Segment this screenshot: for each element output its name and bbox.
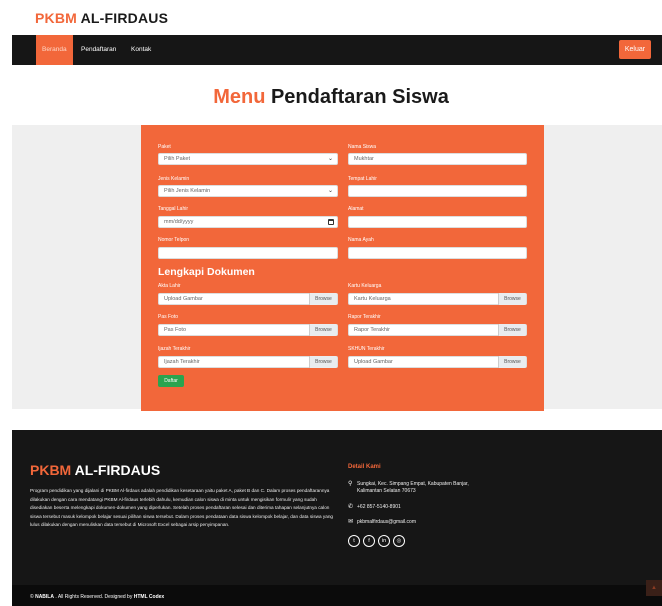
paket-select-value: Pilih Paket bbox=[164, 156, 190, 162]
copyright-text: © NABILA . All Rights Reserved. Designed… bbox=[30, 594, 164, 600]
nama-siswa-value: Mukhtar bbox=[354, 156, 374, 162]
jenis-kelamin-select-value: Pilih Jenis Kelamin bbox=[164, 188, 211, 194]
browse-button[interactable]: Browse bbox=[498, 293, 526, 305]
navbar: Beranda Pendaftaran Kontak Keluar bbox=[12, 35, 662, 65]
nama-siswa-input[interactable]: Mukhtar bbox=[348, 153, 527, 165]
nama-siswa-label: Nama Siswa bbox=[348, 144, 377, 150]
tempat-lahir-input[interactable] bbox=[348, 185, 527, 197]
contact-title: Detail Kami bbox=[348, 464, 381, 470]
browse-button[interactable]: Browse bbox=[309, 356, 337, 368]
browse-button[interactable]: Browse bbox=[498, 356, 526, 368]
pas-foto-label: Pas Foto bbox=[158, 314, 179, 320]
rapor-terakhir-placeholder: Rapor Terakhir bbox=[354, 327, 390, 333]
nav-item-kontak[interactable]: Kontak bbox=[125, 35, 157, 65]
address-line-1: Sungkai, Kec. Simpang Empat, Kabupaten B… bbox=[357, 481, 469, 487]
page-title-rest: Pendaftaran Siswa bbox=[270, 86, 449, 108]
nomor-telpon-input[interactable] bbox=[158, 247, 338, 259]
tempat-lahir-label: Tempat Lahir bbox=[348, 176, 377, 182]
nama-ayah-label: Nama Ayah bbox=[348, 237, 374, 243]
email-text: pkbmalfirdaus@gmail.com bbox=[357, 519, 416, 525]
tanggal-lahir-value: mm/dd/yyyy bbox=[164, 219, 194, 225]
nama-ayah-input[interactable] bbox=[348, 247, 527, 259]
paket-select[interactable]: Pilih Paket ⌄ bbox=[158, 153, 338, 165]
phone-text: +62 857-5140-8901 bbox=[357, 504, 401, 510]
ijazah-terakhir-file-input[interactable]: Ijazah Terakhir Browse bbox=[158, 356, 338, 368]
logout-button[interactable]: Keluar bbox=[619, 40, 651, 59]
envelope-icon: ✉ bbox=[348, 519, 354, 525]
twitter-icon[interactable]: t bbox=[348, 535, 360, 547]
contact-phone: ✆ +62 857-5140-8901 bbox=[348, 504, 508, 511]
instagram-icon[interactable]: ◎ bbox=[393, 535, 405, 547]
copyright-symbol: © bbox=[30, 594, 34, 600]
pas-foto-file-input[interactable]: Pas Foto Browse bbox=[158, 324, 338, 336]
footer-brand-accent: PKBM bbox=[30, 462, 72, 478]
brand-name: AL-FIRDAUS bbox=[80, 10, 169, 26]
footer-brand: PKBM AL-FIRDAUS bbox=[30, 462, 160, 478]
map-pin-icon: ⚲ bbox=[348, 481, 353, 487]
ijazah-terakhir-label: Ijazah Terakhir bbox=[158, 346, 191, 352]
daftar-button[interactable]: Daftar bbox=[158, 375, 184, 387]
alamat-input[interactable] bbox=[348, 216, 527, 228]
documents-section-title: Lengkapi Dokumen bbox=[158, 266, 255, 278]
kartu-keluarga-label: Kartu Keluarga bbox=[348, 283, 382, 289]
rapor-terakhir-label: Rapor Terakhir bbox=[348, 314, 381, 320]
footer-brand-name: AL-FIRDAUS bbox=[74, 462, 161, 478]
jenis-kelamin-label: Jenis Kelamin bbox=[158, 176, 190, 182]
jenis-kelamin-select[interactable]: Pilih Jenis Kelamin ⌄ bbox=[158, 185, 338, 197]
address-line-2: Kalimantan Selatan 70673 bbox=[357, 488, 416, 494]
nomor-telpon-label: Nomor Telpon bbox=[158, 237, 190, 243]
page-title-accent: Menu bbox=[213, 86, 266, 108]
skhun-terakhir-placeholder: Upload Gambar bbox=[354, 359, 393, 365]
skhun-terakhir-file-input[interactable]: Upload Gambar Browse bbox=[348, 356, 527, 368]
kartu-keluarga-placeholder: Kartu Keluarga bbox=[354, 296, 391, 302]
copyright-designer[interactable]: HTML Codex bbox=[134, 594, 164, 600]
nav-item-pendaftaran[interactable]: Pendaftaran bbox=[75, 35, 122, 65]
chevron-down-icon: ⌄ bbox=[327, 188, 333, 194]
page-title: Menu Pendaftaran Siswa bbox=[0, 86, 662, 109]
copyright-owner[interactable]: NABILA bbox=[35, 594, 54, 600]
paket-label: Paket bbox=[158, 144, 171, 150]
back-to-top-button[interactable]: ▲ bbox=[646, 580, 662, 596]
phone-icon: ✆ bbox=[348, 504, 354, 510]
rapor-terakhir-file-input[interactable]: Rapor Terakhir Browse bbox=[348, 324, 527, 336]
facebook-icon[interactable]: f bbox=[363, 535, 375, 547]
tanggal-lahir-label: Tanggal Lahir bbox=[158, 206, 189, 212]
linkedin-icon[interactable]: in bbox=[378, 535, 390, 547]
skhun-terakhir-label: SKHUN Terakhir bbox=[348, 346, 385, 352]
akta-lahir-label: Akta Lahir bbox=[158, 283, 181, 289]
calendar-icon[interactable] bbox=[328, 219, 334, 225]
browse-button[interactable]: Browse bbox=[498, 324, 526, 336]
kartu-keluarga-file-input[interactable]: Kartu Keluarga Browse bbox=[348, 293, 527, 305]
akta-lahir-file-input[interactable]: Upload Gambar Browse bbox=[158, 293, 338, 305]
alamat-label: Alamat bbox=[348, 206, 364, 212]
browse-button[interactable]: Browse bbox=[309, 293, 337, 305]
contact-address: ⚲ Sungkai, Kec. Simpang Empat, Kabupaten… bbox=[348, 481, 508, 495]
site-brand[interactable]: PKBM AL-FIRDAUS bbox=[35, 10, 168, 26]
tanggal-lahir-input[interactable]: mm/dd/yyyy bbox=[158, 216, 338, 228]
ijazah-terakhir-placeholder: Ijazah Terakhir bbox=[164, 359, 200, 365]
nav-item-beranda[interactable]: Beranda bbox=[36, 35, 73, 65]
copyright-middle: . All Rights Reserved. Designed by bbox=[55, 594, 133, 600]
akta-lahir-placeholder: Upload Gambar bbox=[164, 296, 203, 302]
pas-foto-placeholder: Pas Foto bbox=[164, 327, 187, 333]
contact-email: ✉ pkbmalfirdaus@gmail.com bbox=[348, 519, 508, 526]
chevron-down-icon: ⌄ bbox=[327, 156, 333, 162]
browse-button[interactable]: Browse bbox=[309, 324, 337, 336]
footer-description: Program pendidikan yang dijalani di PKBM… bbox=[30, 488, 334, 527]
brand-accent: PKBM bbox=[35, 10, 78, 26]
